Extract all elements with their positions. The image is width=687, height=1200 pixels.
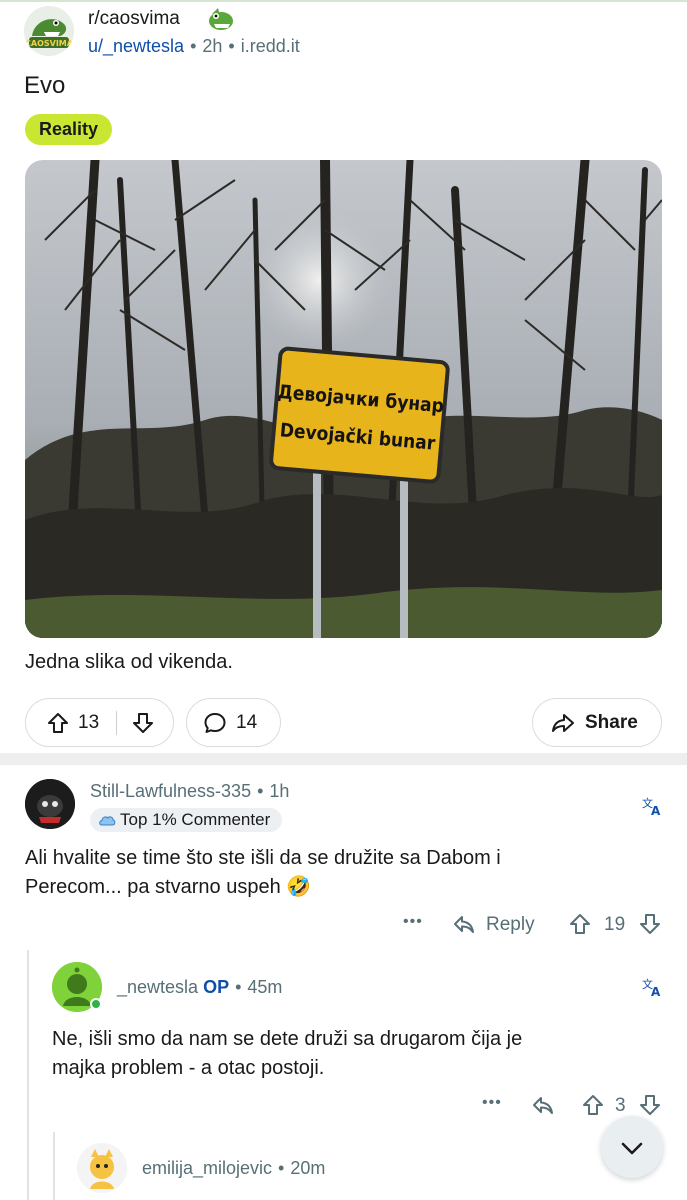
arrow-down-icon[interactable] <box>638 912 662 936</box>
op-label: OP <box>203 977 230 997</box>
arrow-up-icon[interactable] <box>568 912 592 936</box>
post-author[interactable]: u/_newtesla <box>88 36 184 56</box>
chevron-down-icon <box>621 1142 643 1155</box>
more-options-button[interactable]: ••• <box>482 1094 502 1112</box>
translate-icon[interactable]: 文 A <box>641 795 663 817</box>
thread-line[interactable] <box>53 1132 55 1200</box>
top-edge <box>0 0 687 2</box>
comment-body-line-1: Ali hvalite se time što ste išli da se d… <box>25 847 501 869</box>
comment-age: 20m <box>290 1158 326 1178</box>
scroll-down-button[interactable] <box>601 1116 663 1178</box>
commenter-badge: Top 1% Commenter <box>90 808 283 832</box>
comment-author-line: _newtesla OP • 45m <box>117 977 283 997</box>
share-label: Share <box>585 712 638 733</box>
comments-button[interactable]: 14 <box>186 698 281 747</box>
svg-text:A: A <box>651 804 661 817</box>
subreddit-avatar[interactable]: CAOSVIMA <box>24 6 74 56</box>
comment-count: 14 <box>236 712 258 733</box>
comment-author-line: Still-Lawfulness-335 • 1h <box>90 781 290 801</box>
comment-author[interactable]: _newtesla <box>117 977 198 997</box>
arrow-up-icon[interactable] <box>581 1093 605 1117</box>
comment-author-line: emilija_milojevic • 20m <box>142 1158 326 1178</box>
svg-text:A: A <box>651 985 661 998</box>
post-score: 13 <box>78 712 100 733</box>
reply-arrow-icon[interactable] <box>452 912 476 936</box>
crocodile-icon <box>209 8 233 30</box>
translate-icon[interactable]: 文 A <box>641 976 663 998</box>
post-image[interactable]: Девојачки бунар Devojački bunar <box>25 160 662 638</box>
comment-body-line-2: majka problem - a otac postoji. <box>52 1057 325 1079</box>
avatar[interactable] <box>25 779 75 829</box>
post-meta: u/_newtesla • 2h • i.redd.it <box>88 36 300 56</box>
comment-author[interactable]: emilija_milojevic <box>142 1158 272 1178</box>
reply-arrow-icon[interactable] <box>531 1093 555 1117</box>
badge-label: Top 1% Commenter <box>120 810 271 829</box>
post-age: 2h <box>202 36 223 56</box>
share-button[interactable]: Share <box>532 698 662 747</box>
vote-separator <box>116 711 117 735</box>
svg-text:CAOSVIMA: CAOSVIMA <box>25 39 74 48</box>
post-title[interactable]: Evo <box>24 72 65 100</box>
post-domain[interactable]: i.redd.it <box>241 36 300 56</box>
comment-body-line-1: Ne, išli smo da nam se dete druži sa dru… <box>52 1028 523 1050</box>
share-arrow-icon <box>552 714 574 732</box>
comment-score: 3 <box>615 1095 626 1116</box>
arrow-down-icon[interactable] <box>638 1093 662 1117</box>
online-status-dot <box>90 998 102 1010</box>
reply-button[interactable]: Reply <box>486 914 535 936</box>
more-options-button[interactable]: ••• <box>403 913 423 931</box>
post-flair[interactable]: Reality <box>25 114 113 145</box>
section-divider <box>0 753 687 765</box>
comment-author[interactable]: Still-Lawfulness-335 <box>90 781 251 801</box>
speech-bubble-icon <box>204 713 226 733</box>
vote-control: 13 <box>25 698 174 747</box>
comment-age: 1h <box>269 781 290 801</box>
cloud-badge-icon <box>99 816 116 826</box>
subreddit-name[interactable]: r/caosvima <box>88 8 180 30</box>
thread-line[interactable] <box>27 950 29 1200</box>
arrow-up-icon[interactable] <box>46 711 70 735</box>
comment-body: Ali hvalite se time što ste išli da se d… <box>25 844 665 902</box>
comment-score: 19 <box>604 914 626 935</box>
avatar[interactable] <box>77 1143 127 1193</box>
comment-body: Ne, išli smo da nam se dete druži sa dru… <box>52 1025 664 1083</box>
comment-actions: ••• Reply 19 <box>400 910 670 940</box>
comment-age: 45m <box>247 977 283 997</box>
post-header: CAOSVIMA r/caosvima u/_newtesla • 2h • i.red… <box>24 6 664 60</box>
arrow-down-icon[interactable] <box>131 711 155 735</box>
post-body: Jedna slika od vikenda. <box>25 651 233 673</box>
comment-body-line-2: Perecom... pa stvarno uspeh 🤣 <box>25 876 312 898</box>
